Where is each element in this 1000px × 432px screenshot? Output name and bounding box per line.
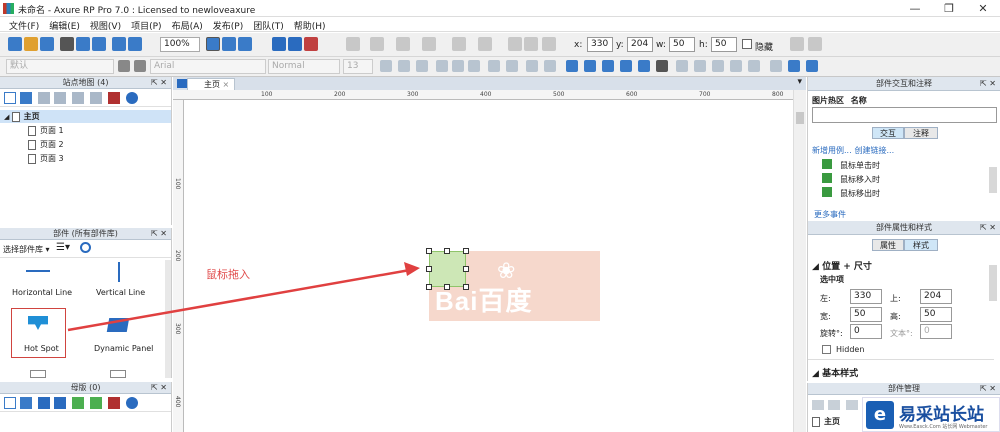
widget-manager-header: 部件管理 ⇱ ✕ [808,383,1000,395]
pin-icon[interactable]: ⇱ ✕ [980,383,996,395]
sort-icon[interactable] [828,400,840,410]
rotate-label: 旋转°: [820,329,843,338]
event-icon [822,187,832,197]
site-watermark: e 易采站长站 Www.Easck.Com 站长网 Webmaster [862,397,1000,432]
pin-icon[interactable]: ⇱ ✕ [980,77,996,91]
tab-notes[interactable]: 注释 [904,127,938,139]
event-icon [822,173,832,183]
event-mouse-leave[interactable]: 鼠标移出时 [840,188,880,199]
drag-arrow-head [404,262,420,276]
page-icon [812,416,820,427]
width-field[interactable]: 50 [850,307,882,322]
text-rotate-field[interactable]: 0 [920,324,952,339]
widget-type-label: 图片热区 名称 [812,96,867,105]
tab-style[interactable]: 样式 [904,239,938,251]
left-label: 左: [820,294,831,303]
selected-label: 选中项 [820,275,844,284]
pin-icon[interactable]: ⇱ ✕ [980,221,996,235]
drag-arrow-line [67,268,411,332]
event-mouse-enter[interactable]: 鼠标移入时 [840,174,880,185]
event-icon [822,159,832,169]
height-field[interactable]: 50 [920,307,952,322]
interactions-title: 部件交互和注释 [876,79,932,88]
widget-name-input[interactable] [812,107,997,123]
rotate-field[interactable]: 0 [850,324,882,339]
properties-title: 部件属性和样式 [876,223,932,232]
section-position-size[interactable]: ◢ 位置 + 尺寸 [812,259,872,272]
watermark-text: 易采站长站 [899,405,984,425]
scroll-thumb[interactable] [796,112,804,124]
more-events-link[interactable]: 更多事件 [814,209,846,220]
properties-scrollbar[interactable] [989,265,997,301]
interactions-scrollbar[interactable] [989,167,997,193]
interactions-header: 部件交互和注释 ⇱ ✕ [808,77,1000,91]
case-links: 新增用例... 创建链接... [812,145,894,156]
hidden-checkbox[interactable] [822,345,831,354]
divider [808,359,994,360]
manager-root-item[interactable]: 主页 [812,416,840,427]
hidden-label: Hidden [836,345,865,354]
new-case-link[interactable]: 新增用例... [812,146,852,155]
watermark-logo-icon: e [866,401,894,429]
width-label: 宽: [820,312,831,321]
left-field[interactable]: 330 [850,289,882,304]
properties-header: 部件属性和样式 ⇱ ✕ [808,221,1000,235]
tab-properties[interactable]: 属性 [872,239,904,251]
height-label: 高: [890,312,901,321]
text-rotate-label: 文本°: [890,329,913,338]
interactions-panel: 部件交互和注释 ⇱ ✕ 图片热区 名称 交互 注释 新增用例... 创建链接..… [807,77,1000,221]
filter-icon[interactable] [812,400,824,410]
watermark-subtext: Www.Easck.Com 站长网 Webmaster [899,424,988,430]
top-field[interactable]: 204 [920,289,952,304]
section-basic-style[interactable]: ◢ 基本样式 [812,366,858,379]
widget-manager-title: 部件管理 [888,384,920,393]
move-up-icon[interactable] [846,400,858,410]
create-link-link[interactable]: 创建链接... [855,146,895,155]
properties-panel: 部件属性和样式 ⇱ ✕ 属性 样式 ◢ 位置 + 尺寸 选中项 左: 330 上… [807,221,1000,381]
event-click[interactable]: 鼠标单击时 [840,160,880,171]
canvas-vertical-scrollbar[interactable] [793,90,806,432]
top-label: 上: [890,294,901,303]
tab-interaction[interactable]: 交互 [872,127,904,139]
